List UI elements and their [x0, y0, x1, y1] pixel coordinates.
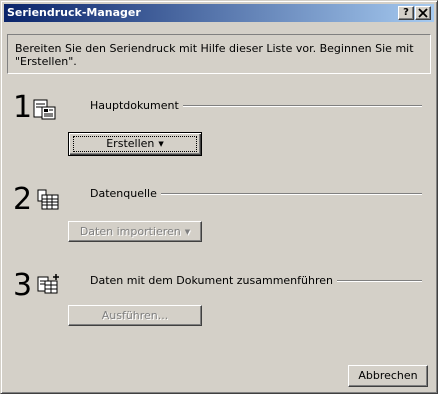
main-document-icon [33, 99, 56, 120]
import-data-button-label: Daten importieren [79, 225, 181, 238]
title-bar[interactable]: Seriendruck-Manager ? [4, 4, 434, 22]
step-2-number: 2 [13, 182, 33, 217]
instructions-line-1: Bereiten Sie den Seriendruck mit Hilfe d… [15, 42, 414, 55]
step-3-number: 3 [13, 268, 33, 303]
cancel-button[interactable]: Abbrechen [348, 365, 428, 387]
window-title: Seriendruck-Manager [7, 6, 141, 19]
instructions-line-2: "Erstellen". [15, 55, 77, 68]
close-icon [418, 8, 428, 18]
import-data-button[interactable]: Daten importieren ▼ [68, 221, 202, 242]
create-button[interactable]: Erstellen ▼ [68, 132, 202, 156]
run-merge-button-label: Ausführen... [101, 309, 169, 322]
mail-merge-dialog: Seriendruck-Manager ? Bereiten Sie den S… [0, 0, 438, 394]
instructions-box: Bereiten Sie den Seriendruck mit Hilfe d… [7, 34, 431, 74]
help-button[interactable]: ? [398, 6, 414, 20]
step-2-label: Datenquelle [90, 187, 161, 200]
step-1-label: Hauptdokument [90, 99, 183, 112]
data-source-icon [37, 189, 59, 210]
step-1-number: 1 [13, 90, 33, 125]
step-3-label: Daten mit dem Dokument zusammenführen [90, 274, 337, 287]
chevron-down-icon: ▼ [184, 228, 191, 236]
focus-rectangle [73, 136, 197, 152]
cancel-button-label: Abbrechen [358, 369, 418, 382]
merge-icon [37, 274, 59, 294]
run-merge-button[interactable]: Ausführen... [68, 305, 202, 326]
close-button[interactable] [415, 6, 431, 20]
